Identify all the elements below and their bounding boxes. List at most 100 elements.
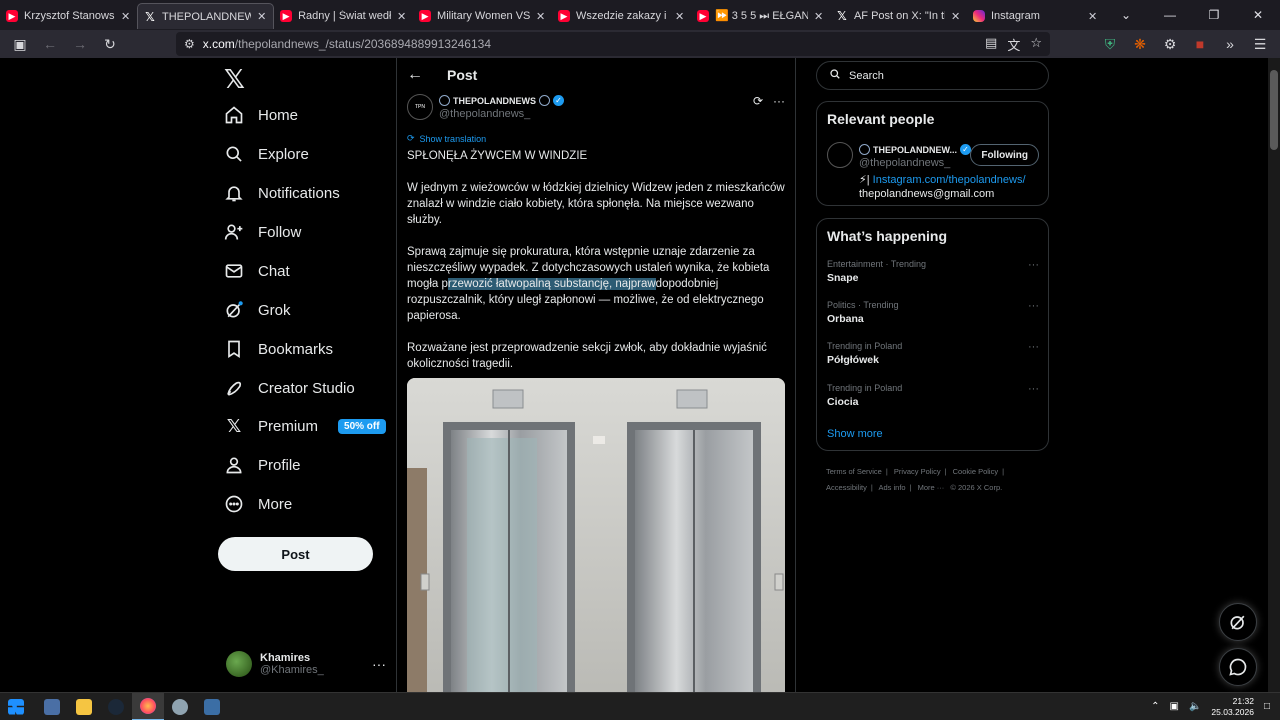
author-name-row[interactable]: THEPOLANDNEWS ✓ bbox=[439, 95, 564, 106]
nav-premium[interactable]: 𝕏 Premium 50% off bbox=[224, 411, 386, 441]
close-tab-icon[interactable]: ✕ bbox=[1088, 10, 1098, 23]
person-handle[interactable]: @thepolandnews_ bbox=[859, 157, 950, 169]
nav-bookmarks[interactable]: Bookmarks bbox=[224, 334, 333, 364]
footer-link[interactable]: More ··· bbox=[918, 483, 945, 492]
grok-icon[interactable]: ⟳ bbox=[753, 94, 763, 108]
trend-item[interactable]: Entertainment · Trending Snape ··· bbox=[827, 259, 1039, 284]
chevron-up-icon[interactable]: ⌃ bbox=[1151, 701, 1159, 712]
show-more-link[interactable]: Show more bbox=[827, 428, 883, 440]
back-icon[interactable]: ← bbox=[38, 32, 62, 56]
browser-tab[interactable]: 𝕏 AF Post on X: "In the first nin ✕ bbox=[830, 3, 967, 29]
browser-tab[interactable]: ▶ Krzysztof Stanowski. W ja ✕ bbox=[0, 3, 137, 29]
close-window-icon[interactable]: ✕ bbox=[1236, 0, 1280, 30]
nav-home[interactable]: Home bbox=[224, 100, 298, 130]
close-tab-icon[interactable]: ✕ bbox=[257, 10, 267, 23]
overflow-menu-icon[interactable]: » bbox=[1218, 32, 1242, 56]
close-tab-icon[interactable]: ✕ bbox=[675, 10, 685, 23]
account-switcher[interactable]: Khamires @Khamires_ ··· bbox=[226, 646, 386, 682]
footer-link[interactable]: Accessibility bbox=[826, 483, 867, 492]
post-image[interactable] bbox=[407, 378, 785, 692]
messages-fab-button[interactable] bbox=[1219, 648, 1257, 686]
ublock-icon[interactable]: ■ bbox=[1188, 32, 1212, 56]
show-translation-link[interactable]: ⟳ Show translation bbox=[407, 133, 486, 144]
taskbar-app[interactable] bbox=[164, 693, 196, 720]
reload-icon[interactable]: ↻ bbox=[98, 32, 122, 56]
grok-fab-button[interactable] bbox=[1219, 603, 1257, 641]
nav-profile[interactable]: Profile bbox=[224, 450, 301, 480]
site-info-icon[interactable]: ⚙ bbox=[184, 37, 195, 51]
nav-follow[interactable]: Follow bbox=[224, 217, 301, 247]
scrollbar-thumb[interactable] bbox=[1270, 70, 1278, 150]
bookmark-icon bbox=[224, 339, 244, 359]
more-dots-icon[interactable]: ··· bbox=[1028, 341, 1039, 353]
close-tab-icon[interactable]: ✕ bbox=[121, 10, 131, 23]
person-name-row[interactable]: THEPOLANDNEW... ✓ bbox=[859, 144, 972, 155]
nav-explore[interactable]: Explore bbox=[224, 139, 309, 169]
nav-chat[interactable]: Chat bbox=[224, 256, 290, 286]
more-dots-icon[interactable]: ··· bbox=[1028, 259, 1039, 271]
browser-tab[interactable]: Instagram ✕ bbox=[967, 3, 1104, 29]
author-handle[interactable]: @thepolandnews_ bbox=[439, 108, 530, 120]
trend-item[interactable]: Trending in Poland Półgłówek ··· bbox=[827, 341, 1039, 366]
nav-notifications[interactable]: Notifications bbox=[224, 178, 340, 208]
browser-tab[interactable]: ▶ Military Women VS Skinny Jo ✕ bbox=[413, 3, 552, 29]
page-scrollbar[interactable] bbox=[1268, 58, 1280, 692]
nav-grok[interactable]: Grok bbox=[224, 295, 291, 325]
taskbar-app[interactable] bbox=[36, 693, 68, 720]
taskbar-app-firefox[interactable] bbox=[132, 692, 164, 720]
close-tab-icon[interactable]: ✕ bbox=[536, 10, 546, 23]
browser-tab-active[interactable]: 𝕏 THEPOLANDNEWS ◉ on X: " ✕ bbox=[137, 3, 275, 29]
trend-item[interactable]: Trending in Poland Ciocia ··· bbox=[827, 383, 1039, 408]
reader-view-icon[interactable]: ▤ bbox=[985, 35, 997, 54]
sidebar-toggle-icon[interactable]: ▣ bbox=[8, 32, 32, 56]
avatar[interactable] bbox=[827, 142, 853, 168]
post-button[interactable]: Post bbox=[218, 537, 373, 571]
network-icon[interactable]: ▣ bbox=[1170, 701, 1179, 712]
bio-link[interactable]: Instagram.com/thepolandnews/ bbox=[873, 174, 1026, 186]
author-avatar[interactable]: TPN bbox=[407, 94, 433, 120]
restore-icon[interactable]: ❐ bbox=[1192, 0, 1236, 30]
app-menu-icon[interactable]: ☰ bbox=[1248, 32, 1272, 56]
x-logo-icon[interactable]: 𝕏 bbox=[224, 64, 248, 94]
shield-extension-icon[interactable]: ⛨ bbox=[1098, 32, 1122, 56]
trend-item[interactable]: Politics · Trending Orbana ··· bbox=[827, 300, 1039, 325]
footer-link[interactable]: Ads info bbox=[878, 483, 905, 492]
search-input[interactable]: Search bbox=[816, 61, 1049, 90]
footer-link[interactable]: Terms of Service bbox=[826, 467, 882, 476]
close-tab-icon[interactable]: ✕ bbox=[951, 10, 961, 23]
bookmark-star-icon[interactable]: ☆ bbox=[1030, 35, 1042, 54]
post-header: ← Post bbox=[407, 66, 477, 84]
list-tabs-icon[interactable]: ⌄ bbox=[1104, 0, 1148, 30]
fox-extension-icon[interactable]: ❋ bbox=[1128, 32, 1152, 56]
avatar bbox=[226, 651, 252, 677]
address-bar[interactable]: ⚙ x.com/thepolandnews_/status/2036894889… bbox=[176, 32, 1050, 56]
footer-link[interactable]: Privacy Policy bbox=[894, 467, 941, 476]
back-arrow-icon[interactable]: ← bbox=[407, 66, 423, 84]
clock[interactable]: 21:32 25.03.2026 bbox=[1211, 696, 1254, 718]
nav-more[interactable]: More bbox=[224, 489, 292, 519]
taskbar-app[interactable] bbox=[196, 693, 228, 720]
trend-name: Orbana bbox=[827, 313, 864, 325]
minimize-icon[interactable]: — bbox=[1148, 0, 1192, 30]
close-tab-icon[interactable]: ✕ bbox=[814, 10, 824, 23]
notification-icon[interactable]: □ bbox=[1264, 701, 1270, 712]
close-tab-icon[interactable]: ✕ bbox=[397, 10, 407, 23]
translate-icon[interactable]: 文 bbox=[1007, 35, 1020, 54]
following-button[interactable]: Following bbox=[970, 144, 1039, 166]
taskbar-app[interactable] bbox=[100, 693, 132, 720]
more-dots-icon[interactable]: ··· bbox=[1028, 300, 1039, 312]
nav-creator-studio[interactable]: Creator Studio bbox=[224, 373, 355, 403]
selected-text: rzewozić łatwopalną substancję, najpraw bbox=[447, 278, 656, 290]
browser-tab[interactable]: ▶ Wszedzie zakazy i pretensje! ✕ bbox=[552, 3, 691, 29]
trend-name: Półgłówek bbox=[827, 354, 879, 366]
start-button[interactable] bbox=[0, 693, 32, 720]
extensions-icon[interactable]: ⚙ bbox=[1158, 32, 1182, 56]
browser-tab[interactable]: ▶ ⏩ 3 5 5 ⏭ EŁGANOWO ✕ bbox=[691, 3, 830, 29]
browser-tab[interactable]: ▶ Radny | Świat według Kiepski ✕ bbox=[274, 3, 413, 29]
taskbar-app[interactable] bbox=[68, 693, 100, 720]
footer-link[interactable]: Cookie Policy bbox=[953, 467, 998, 476]
more-dots-icon[interactable]: ··· bbox=[773, 94, 785, 108]
volume-icon[interactable]: 🔈 bbox=[1189, 701, 1201, 712]
forward-icon[interactable]: → bbox=[68, 32, 92, 56]
more-dots-icon[interactable]: ··· bbox=[1028, 383, 1039, 395]
